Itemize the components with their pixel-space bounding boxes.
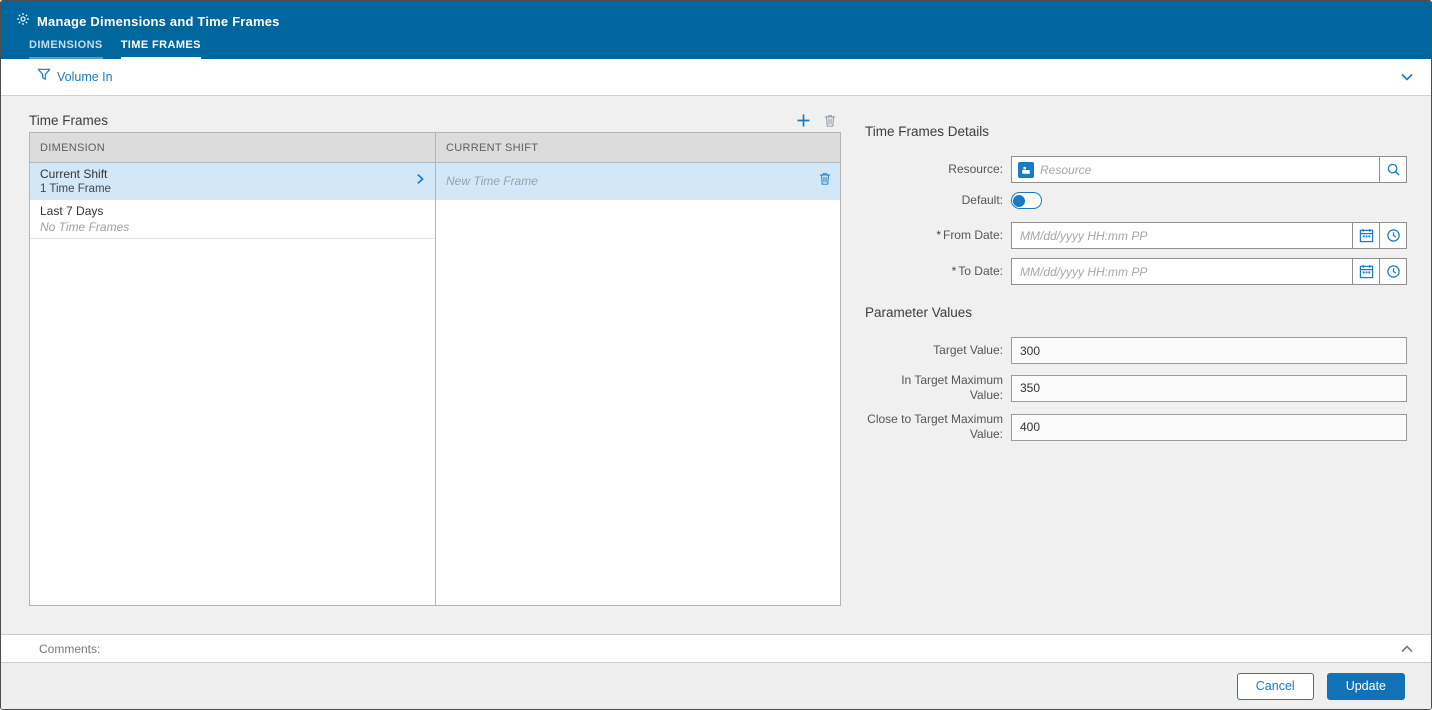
in-target-max-input[interactable] (1011, 374, 1407, 402)
header: Manage Dimensions and Time Frames DIMENS… (1, 1, 1431, 59)
manage-dimensions-window: Manage Dimensions and Time Frames DIMENS… (0, 0, 1432, 710)
page-title: Manage Dimensions and Time Frames (37, 14, 280, 29)
time-frames-toolbar (796, 113, 841, 128)
tab-dimensions[interactable]: DIMENSIONS (29, 39, 103, 59)
dimension-subtext: No Time Frames (40, 220, 130, 234)
dimension-column-header: DIMENSION (30, 133, 435, 163)
to-date-clock-button[interactable] (1379, 258, 1407, 285)
dimension-column: DIMENSION Current Shift 1 Time Frame Las… (30, 133, 435, 605)
to-date-calendar-button[interactable] (1352, 258, 1380, 285)
resource-input[interactable] (1040, 162, 1373, 177)
in-target-max-label: In Target Maximum Value: (901, 373, 1003, 402)
required-marker: * (936, 228, 941, 242)
time-frame-column: CURRENT SHIFT New Time Frame (435, 133, 840, 605)
to-date-input[interactable] (1020, 264, 1344, 279)
comments-bar: Comments: (1, 634, 1431, 662)
time-frame-details-panel: Time Frames Details Resource: De (865, 124, 1407, 451)
comments-collapse-chevron-up-icon[interactable] (1399, 641, 1415, 657)
default-control (1011, 192, 1407, 209)
resource-row: Resource: (865, 156, 1407, 183)
dimension-name: Current Shift (40, 167, 108, 181)
close-to-target-max-label: Close to Target Maximum Value: (867, 412, 1003, 441)
filter-bar: Volume In (1, 59, 1431, 96)
filter-volume-in[interactable]: Volume In (37, 68, 113, 86)
time-frame-column-header: CURRENT SHIFT (436, 133, 840, 163)
time-frame-column-filler (436, 200, 840, 605)
from-date-input[interactable] (1020, 228, 1344, 243)
filter-collapse-chevron-down-icon[interactable] (1399, 69, 1415, 85)
from-date-control (1011, 222, 1407, 249)
resource-label: Resource: (948, 162, 1003, 176)
time-frames-title: Time Frames (29, 112, 109, 128)
resource-icon (1018, 161, 1034, 178)
tab-bar: DIMENSIONS TIME FRAMES (1, 39, 1431, 59)
filter-funnel-icon (37, 68, 51, 86)
to-date-field-box (1011, 258, 1353, 285)
to-date-control (1011, 258, 1407, 285)
title-row: Manage Dimensions and Time Frames (1, 1, 1431, 31)
chevron-right-icon (413, 172, 427, 191)
delete-time-frame-toolbar-button[interactable] (823, 113, 837, 128)
time-frames-header: Time Frames (29, 108, 841, 132)
dimension-row-current-shift[interactable]: Current Shift 1 Time Frame (30, 163, 435, 200)
time-frame-name: New Time Frame (446, 174, 538, 188)
dimension-cell: Last 7 Days No Time Frames (40, 204, 129, 234)
main-content: Time Frames DIMENSION Current Shift 1 Ti… (1, 96, 1431, 634)
dimension-cell: Current Shift 1 Time Frame (40, 167, 111, 195)
dimension-row-last-7-days[interactable]: Last 7 Days No Time Frames (30, 200, 435, 239)
from-date-clock-button[interactable] (1379, 222, 1407, 249)
target-value-row: Target Value: (865, 337, 1407, 364)
resource-control (1011, 156, 1407, 183)
close-to-target-max-input[interactable] (1011, 413, 1407, 441)
resource-search-button[interactable] (1379, 156, 1407, 183)
dimension-subtext: 1 Time Frame (40, 183, 111, 195)
add-time-frame-button[interactable] (796, 113, 811, 128)
dimension-name: Last 7 Days (40, 204, 104, 218)
toggle-knob (1013, 194, 1025, 207)
time-frame-row-new[interactable]: New Time Frame (436, 163, 840, 200)
target-value-input[interactable] (1011, 337, 1407, 364)
to-date-label: * To Date: (951, 264, 1003, 278)
resource-field-box (1011, 156, 1380, 183)
default-toggle[interactable] (1011, 192, 1042, 209)
default-label: Default: (961, 193, 1003, 207)
parameter-values-title: Parameter Values (865, 305, 973, 320)
default-row: Default: (865, 192, 1407, 209)
time-frames-table: DIMENSION Current Shift 1 Time Frame Las… (29, 132, 841, 606)
manage-icon (16, 12, 30, 31)
time-frames-section: Time Frames DIMENSION Current Shift 1 Ti… (29, 108, 841, 606)
from-date-field-box (1011, 222, 1353, 249)
to-date-row: * To Date: (865, 258, 1407, 285)
footer: Cancel Update (1, 662, 1431, 709)
dimension-column-filler (30, 239, 435, 605)
in-target-max-row: In Target Maximum Value: (865, 373, 1407, 403)
comments-label: Comments: (39, 641, 101, 656)
details-title: Time Frames Details (865, 124, 990, 139)
target-value-label: Target Value: (933, 343, 1003, 357)
close-to-target-max-row: Close to Target Maximum Value: (865, 412, 1407, 442)
from-date-calendar-button[interactable] (1352, 222, 1380, 249)
tab-time-frames[interactable]: TIME FRAMES (120, 39, 201, 59)
from-date-row: * From Date: (865, 222, 1407, 249)
from-date-label: * From Date: (936, 228, 1003, 242)
filter-label: Volume In (57, 70, 113, 84)
update-button[interactable]: Update (1326, 672, 1405, 700)
cancel-button[interactable]: Cancel (1236, 672, 1314, 700)
delete-time-frame-row-button[interactable] (818, 171, 832, 191)
required-marker: * (951, 264, 957, 278)
